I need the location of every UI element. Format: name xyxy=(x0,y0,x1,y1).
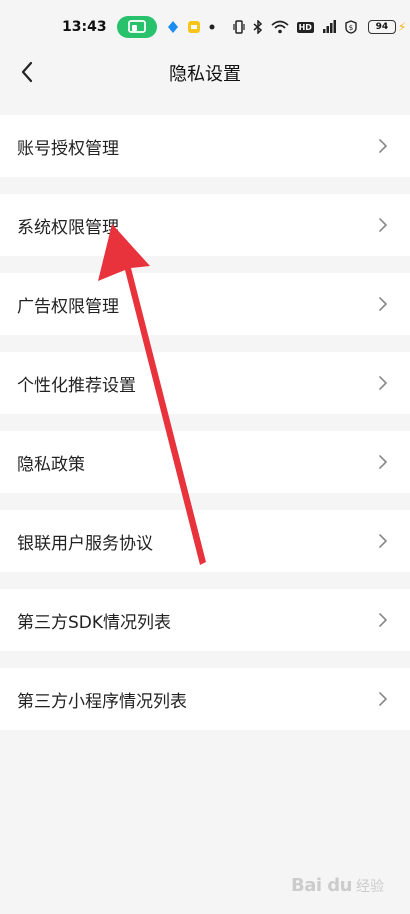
chevron-right-icon xyxy=(378,612,388,628)
data-saver-icon: $ xyxy=(344,20,358,34)
nav-header: 隐私设置 xyxy=(0,54,410,92)
privacy-menu-list: 账号授权管理 系统权限管理 广告权限管理 个性化推荐设置 隐私政策 银联用户服务… xyxy=(0,115,410,747)
menu-item-privacy-policy[interactable]: 隐私政策 xyxy=(0,431,410,493)
battery-level: 94 xyxy=(375,22,389,32)
menu-item-label: 广告权限管理 xyxy=(17,296,119,317)
chevron-right-icon xyxy=(378,375,388,391)
watermark-sub: 经验 xyxy=(356,879,384,895)
baidu-watermark: Bai du 经验 xyxy=(291,875,384,896)
app-badge-icon xyxy=(187,20,201,34)
chevron-right-icon xyxy=(378,296,388,312)
menu-item-system-permissions[interactable]: 系统权限管理 xyxy=(0,194,410,256)
status-bar: 13:43 HD $ 94 ⚡ xyxy=(0,0,410,54)
menu-item-label: 隐私政策 xyxy=(17,454,85,475)
chevron-right-icon xyxy=(378,454,388,470)
chevron-right-icon xyxy=(378,217,388,233)
menu-item-personalized-recommendation[interactable]: 个性化推荐设置 xyxy=(0,352,410,414)
hd-network-icon: HD xyxy=(296,21,314,33)
menu-item-unionpay-agreement[interactable]: 银联用户服务协议 xyxy=(0,510,410,572)
menu-item-label: 第三方SDK情况列表 xyxy=(17,612,172,633)
watermark-brand: Bai du xyxy=(290,875,353,896)
menu-item-label: 第三方小程序情况列表 xyxy=(17,691,187,712)
page-title: 隐私设置 xyxy=(169,64,241,85)
chevron-right-icon xyxy=(378,691,388,707)
svg-text:$: $ xyxy=(349,24,353,32)
vibrate-icon xyxy=(232,20,245,34)
screen-cast-icon[interactable] xyxy=(116,16,157,38)
menu-item-label: 账号授权管理 xyxy=(17,138,119,159)
menu-item-ad-permissions[interactable]: 广告权限管理 xyxy=(0,273,410,335)
menu-item-label: 个性化推荐设置 xyxy=(17,375,136,396)
back-button[interactable] xyxy=(12,57,42,87)
hd-badge-label: HD xyxy=(296,21,314,33)
chevron-left-icon xyxy=(21,61,33,83)
charging-icon: ⚡ xyxy=(397,20,407,34)
status-time: 13:43 xyxy=(62,19,107,35)
wifi-icon xyxy=(270,20,289,34)
battery-icon: 94 xyxy=(367,20,396,34)
menu-item-label: 系统权限管理 xyxy=(17,217,119,238)
dot-icon xyxy=(209,24,215,30)
chevron-right-icon xyxy=(378,138,388,154)
menu-item-label: 银联用户服务协议 xyxy=(17,533,153,554)
bluetooth-icon xyxy=(253,20,263,34)
menu-item-account-authorization[interactable]: 账号授权管理 xyxy=(0,115,410,177)
signal-icon xyxy=(322,20,336,34)
chevron-right-icon xyxy=(378,533,388,549)
privacy-settings-screen: 13:43 HD $ 94 ⚡ 隐私设置 账号授权管理 系统权限管理 广告权限管… xyxy=(0,0,410,914)
app-notification-icon xyxy=(167,20,179,34)
menu-item-third-party-miniprogram[interactable]: 第三方小程序情况列表 xyxy=(0,668,410,730)
menu-item-third-party-sdk[interactable]: 第三方SDK情况列表 xyxy=(0,589,410,651)
